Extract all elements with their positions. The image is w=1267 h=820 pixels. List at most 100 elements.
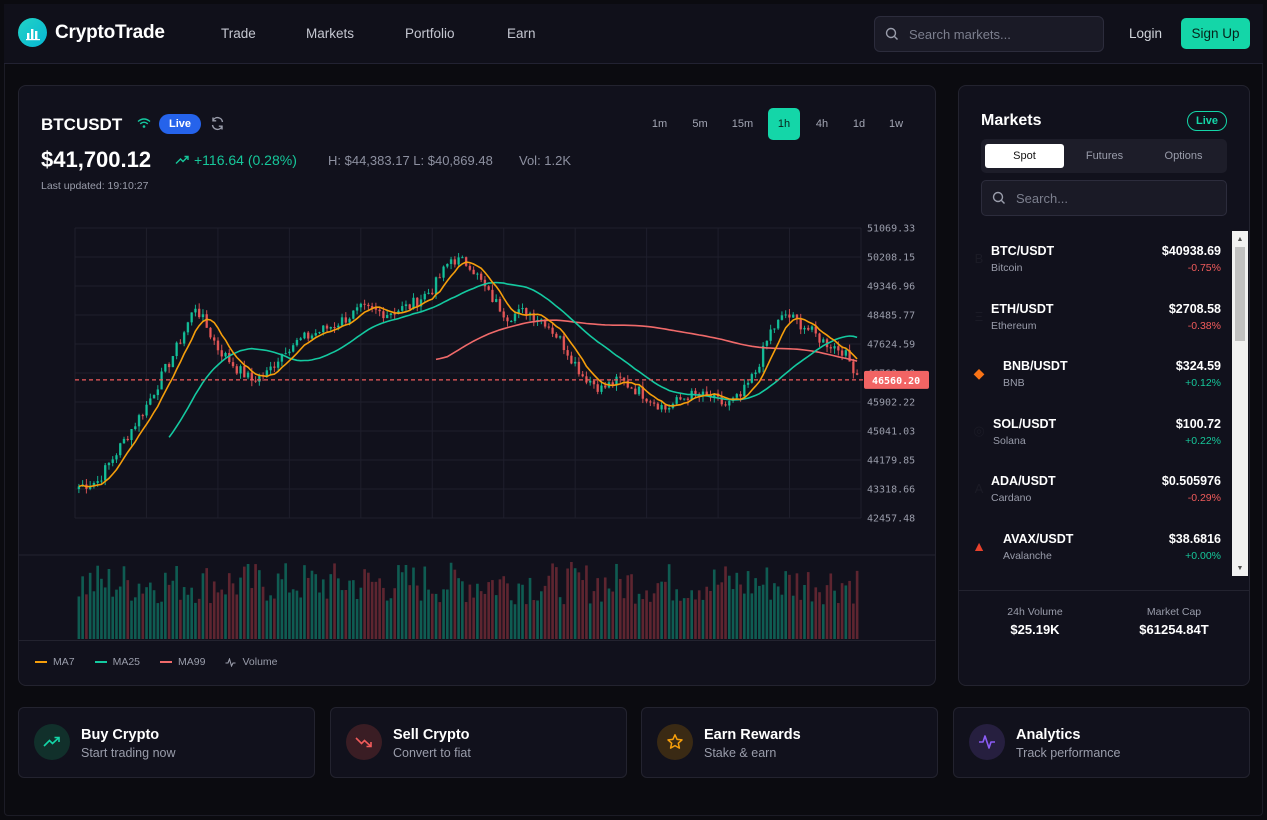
price-change: +116.64 (0.28%) xyxy=(175,152,297,168)
tab-spot[interactable]: Spot xyxy=(985,144,1064,168)
volume-bar xyxy=(419,600,423,639)
volume-bar xyxy=(795,573,799,639)
volume-bar xyxy=(758,585,761,639)
candle-body xyxy=(209,327,212,338)
volume-bar xyxy=(299,597,303,639)
markets-live-badge: Live xyxy=(1187,111,1227,131)
candle-body xyxy=(604,385,607,388)
y-axis-tick-label: 43318.66 xyxy=(867,485,915,496)
tab-futures[interactable]: Futures xyxy=(1065,144,1144,168)
volume-bar xyxy=(291,589,295,639)
nav-link-trade[interactable]: Trade xyxy=(221,26,256,41)
market-row-eth[interactable]: Ξ ETH/USDT Ethereum $2708.58 -0.38% xyxy=(959,291,1231,349)
market-row-avax[interactable]: ▲ AVAX/USDT Avalanche $38.6816 +0.00% xyxy=(959,521,1231,576)
candle-body xyxy=(852,361,855,374)
refresh-icon[interactable] xyxy=(210,116,225,131)
candle-body xyxy=(299,338,302,340)
candle-body xyxy=(833,346,836,349)
candle-body xyxy=(367,304,370,307)
candle-body xyxy=(416,297,419,307)
timeframe-4h[interactable]: 4h xyxy=(806,108,838,140)
volume-bar xyxy=(664,581,667,639)
market-search-input[interactable] xyxy=(909,26,1089,42)
volume-bar xyxy=(600,601,603,639)
candle-body xyxy=(822,339,825,343)
candle-body xyxy=(637,386,641,395)
volume-bar xyxy=(837,603,840,639)
scroll-thumb[interactable] xyxy=(1235,247,1245,341)
market-row-ada[interactable]: A ADA/USDT Cardano $0.505976 -0.29% xyxy=(959,463,1231,521)
timeframe-1h[interactable]: 1h xyxy=(768,108,800,140)
price-chart[interactable]: 51069.33 50208.15 49346.96 48485.77 47624.59… xyxy=(19,86,936,686)
volume-bar xyxy=(216,592,220,639)
candle-body xyxy=(359,303,363,308)
volume-bar xyxy=(750,593,754,639)
volume-bar xyxy=(306,577,310,639)
timeframe-1d[interactable]: 1d xyxy=(844,108,874,140)
market-change: -0.75% xyxy=(1187,262,1221,274)
volume-bar xyxy=(483,593,487,639)
brand[interactable]: CryptoTrade xyxy=(18,18,165,47)
volume-bar xyxy=(92,591,96,639)
volume-bar xyxy=(242,566,246,639)
volume-bar xyxy=(686,598,690,639)
market-row-btc[interactable]: B BTC/USDT Bitcoin $40938.69 -0.75% xyxy=(959,233,1231,291)
candle-body xyxy=(220,350,223,357)
volume-bar xyxy=(633,603,637,639)
wifi-icon xyxy=(137,118,151,128)
timeframe-1w[interactable]: 1w xyxy=(881,108,911,140)
candle-body xyxy=(735,394,739,398)
timeframe-5m[interactable]: 5m xyxy=(684,108,716,140)
volume-bar xyxy=(739,584,742,639)
earn-rewards-card[interactable]: Earn Rewards Stake & earn xyxy=(641,707,938,778)
volume-bar xyxy=(133,597,137,639)
bnb-icon: ◆ xyxy=(973,364,985,381)
candle-body xyxy=(600,385,603,392)
volume-bar xyxy=(209,603,212,639)
volume-bar xyxy=(821,604,825,639)
volume-bar xyxy=(446,589,449,639)
volume-bar xyxy=(378,578,381,639)
volume-bar xyxy=(115,589,118,639)
candle-body xyxy=(694,390,697,394)
volume-bar xyxy=(517,583,521,639)
market-row-sol[interactable]: ◎ SOL/USDT Solana $100.72 +0.22% xyxy=(959,406,1231,464)
timeframe-15m[interactable]: 15m xyxy=(726,108,759,140)
candle-body xyxy=(682,398,686,400)
current-price-label: 46560.20 xyxy=(872,376,920,387)
market-price: $100.72 xyxy=(1175,417,1221,431)
market-search[interactable] xyxy=(874,16,1104,52)
scroll-down-arrow-icon[interactable]: ▼ xyxy=(1232,561,1248,575)
analytics-card[interactable]: Analytics Track performance xyxy=(953,707,1250,778)
markets-search-input[interactable] xyxy=(1016,190,1206,206)
market-pair: ADA/USDT xyxy=(991,474,1056,488)
market-list-scrollbar[interactable]: ▲ ▼ xyxy=(1232,231,1248,576)
candle-body xyxy=(675,397,678,404)
timeframe-1m[interactable]: 1m xyxy=(645,108,674,140)
login-button[interactable]: Login xyxy=(1129,26,1162,41)
nav-link-markets[interactable]: Markets xyxy=(306,26,354,41)
market-row-bnb[interactable]: ◆ BNB/USDT BNB $324.59 +0.12% xyxy=(959,348,1231,406)
market-change: +0.22% xyxy=(1185,435,1221,447)
candle-body xyxy=(502,311,505,318)
buy-crypto-card[interactable]: Buy Crypto Start trading now xyxy=(18,707,315,778)
candle-body xyxy=(111,459,114,463)
tab-options[interactable]: Options xyxy=(1144,144,1223,168)
markets-search[interactable] xyxy=(981,180,1227,216)
candle-body xyxy=(656,403,660,410)
market-price: $0.505976 xyxy=(1161,474,1221,488)
signup-button[interactable]: Sign Up xyxy=(1181,18,1250,49)
sell-crypto-card[interactable]: Sell Crypto Convert to fiat xyxy=(330,707,627,778)
volume-bar xyxy=(701,599,705,639)
nav-link-portfolio[interactable]: Portfolio xyxy=(405,26,455,41)
volume-24h-label: 24h Volume xyxy=(1007,606,1063,618)
market-list[interactable]: B BTC/USDT Bitcoin $40938.69 -0.75% Ξ ET… xyxy=(959,231,1231,576)
volume-bar xyxy=(201,573,205,639)
brand-name: CryptoTrade xyxy=(55,21,165,43)
candle-body xyxy=(295,339,299,346)
scroll-up-arrow-icon[interactable]: ▲ xyxy=(1232,232,1248,246)
ethereum-icon: Ξ xyxy=(974,308,984,324)
nav-link-earn[interactable]: Earn xyxy=(507,26,536,41)
volume-bar xyxy=(303,565,306,639)
volume-bar xyxy=(761,584,765,639)
